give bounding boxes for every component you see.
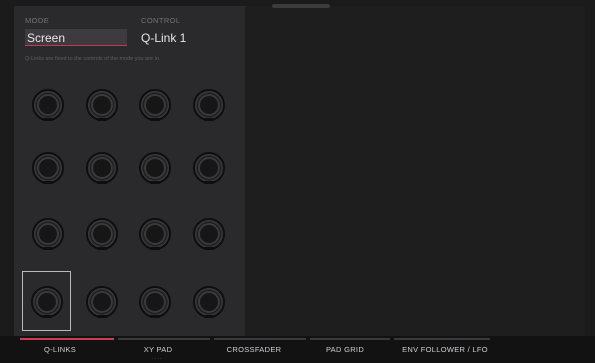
tab-indicator-pad-grid <box>310 338 390 340</box>
tab-env-follower-lfo[interactable]: ENV FOLLOWER / LFO <box>395 345 495 354</box>
qlink-knob-6[interactable] <box>86 152 118 184</box>
qlink-knob-2[interactable] <box>86 89 118 121</box>
qlink-knob-1[interactable] <box>32 89 64 121</box>
tab-qlinks[interactable]: Q-LINKS <box>20 345 100 354</box>
knob-indicator <box>43 181 53 184</box>
knob-indicator <box>150 118 160 121</box>
qlink-knob-4[interactable] <box>193 89 225 121</box>
knob-indicator <box>204 247 214 250</box>
qlink-knob-14[interactable] <box>86 286 118 318</box>
xy-pad-page-dots: ···· <box>152 356 163 362</box>
qlink-knob-9[interactable] <box>32 218 64 250</box>
qlink-knob-12[interactable] <box>193 218 225 250</box>
knob-indicator <box>150 247 160 250</box>
knob-indicator <box>150 315 160 318</box>
qlink-knob-16[interactable] <box>193 286 225 318</box>
knob-indicator <box>43 247 53 250</box>
tab-indicator-crossfader <box>214 338 306 340</box>
knob-indicator <box>204 118 214 121</box>
knob-indicator <box>97 118 107 121</box>
knob-indicator <box>97 247 107 250</box>
qlink-knob-15[interactable] <box>139 286 171 318</box>
qlink-knob-5[interactable] <box>32 152 64 184</box>
knob-indicator <box>42 315 52 318</box>
qlink-knob-13[interactable] <box>31 286 63 318</box>
tab-indicator-xy-pad <box>118 338 210 340</box>
tab-pad-grid[interactable]: PAD GRID <box>305 345 385 354</box>
tab-xy-pad[interactable]: XY PAD <box>118 345 198 354</box>
panel-handle <box>272 4 330 8</box>
empty-display-area <box>245 6 585 336</box>
qlink-knob-3[interactable] <box>139 89 171 121</box>
knob-indicator <box>43 118 53 121</box>
knob-indicator <box>97 181 107 184</box>
tab-crossfader[interactable]: CROSSFADER <box>214 345 294 354</box>
qlink-knob-10[interactable] <box>86 218 118 250</box>
knob-indicator <box>204 315 214 318</box>
control-value[interactable]: Q-Link 1 <box>141 31 186 45</box>
mode-value: Screen <box>27 31 66 45</box>
control-label: CONTROL <box>141 16 181 25</box>
mode-label: MODE <box>25 16 50 25</box>
knob-indicator <box>204 181 214 184</box>
tab-indicator-env-follower <box>394 338 490 340</box>
qlink-knob-7[interactable] <box>139 152 171 184</box>
tab-indicator-qlinks <box>20 338 114 340</box>
qlink-knob-11[interactable] <box>139 218 171 250</box>
knob-indicator <box>150 181 160 184</box>
knob-indicator <box>97 315 107 318</box>
qlink-knob-8[interactable] <box>193 152 225 184</box>
hint-text: Q-Links are fixed to the controls of the… <box>25 56 159 62</box>
